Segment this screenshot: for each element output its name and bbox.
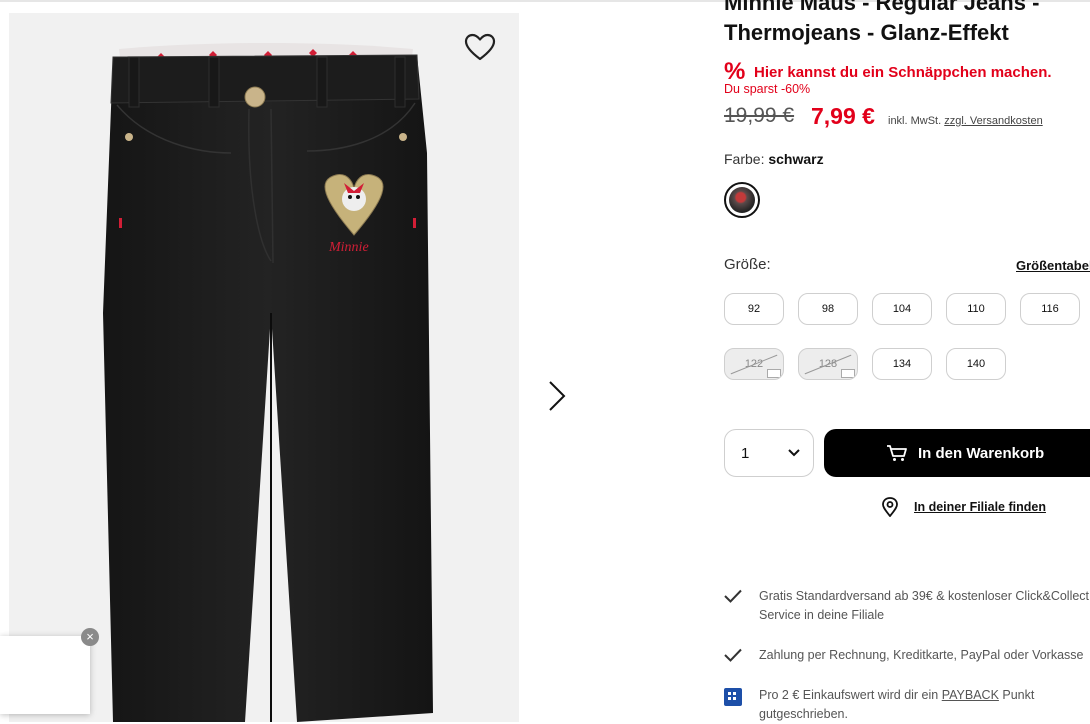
add-to-cart-label: In den Warenkorb (918, 444, 1045, 462)
size-option-label: 110 (967, 303, 985, 315)
product-image: Minnie (103, 43, 433, 722)
payback-link[interactable]: PAYBACK (942, 688, 999, 702)
cart-icon (887, 445, 907, 461)
benefit-payback: Pro 2 € Einkaufswert wird dir ein PAYBAC… (724, 686, 1090, 724)
benefit-payback-text: Pro 2 € Einkaufswert wird dir ein PAYBAC… (759, 686, 1090, 724)
check-icon (724, 587, 744, 625)
wishlist-heart-icon[interactable] (464, 33, 496, 63)
benefit-payment-text: Zahlung per Rechnung, Kreditkarte, PayPa… (759, 648, 1084, 662)
payback-text-before: Pro 2 € Einkaufswert wird dir ein (759, 688, 942, 702)
product-title: Minnie Maus - Regular Jeans - Thermojean… (724, 0, 1040, 45)
chevron-down-icon (788, 449, 800, 457)
benefit-shipping: Gratis Standardversand ab 39€ & kostenlo… (724, 587, 1090, 625)
mail-icon (767, 369, 781, 378)
size-option-122[interactable]: 122 (724, 348, 784, 380)
deal-text: Hier kannst du ein Schnäppchen machen. (754, 63, 1052, 81)
size-option-128[interactable]: 128 (798, 348, 858, 380)
swatch-thumbnail (729, 187, 755, 213)
size-table-link[interactable]: Größentabelle (1016, 258, 1090, 273)
benefit-shipping-text: Gratis Standardversand ab 39€ & kostenlo… (759, 589, 1090, 622)
color-label-text: Farbe: (724, 151, 765, 167)
shipping-costs-link[interactable]: zzgl. Versandkosten (944, 115, 1042, 127)
add-to-cart-button[interactable]: In den Warenkorb (824, 429, 1090, 477)
next-image-chevron-icon[interactable] (540, 378, 572, 414)
product-image-gallery[interactable]: Minnie (9, 13, 519, 722)
size-option-92[interactable]: 92 (724, 293, 784, 325)
find-in-store-label: In deiner Filiale finden (914, 500, 1046, 514)
svg-text:Minnie: Minnie (328, 240, 369, 255)
find-in-store-link[interactable]: In deiner Filiale finden (880, 497, 1046, 517)
size-option-label: 140 (966, 358, 986, 370)
location-pin-icon (882, 497, 898, 517)
size-option-label: 104 (892, 303, 912, 315)
size-option-104[interactable]: 104 (872, 293, 932, 325)
popup-toast (0, 636, 90, 714)
close-icon[interactable]: × (81, 628, 99, 646)
size-option-label: 116 (1041, 303, 1059, 315)
color-label: Farbe: schwarz (724, 151, 824, 167)
old-price: 19,99 € (724, 104, 795, 127)
quantity-value: 1 (741, 445, 750, 462)
size-option-134[interactable]: 134 (872, 348, 932, 380)
vat-text: inkl. MwSt. (888, 115, 942, 127)
size-option-98[interactable]: 98 (798, 293, 858, 325)
color-value: schwarz (768, 151, 824, 167)
mail-icon (841, 369, 855, 378)
size-option-label: 134 (892, 358, 912, 370)
size-option-110[interactable]: 110 (946, 293, 1006, 325)
benefit-payment: Zahlung per Rechnung, Kreditkarte, PayPa… (724, 646, 1090, 667)
saving-text: Du sparst -60% (724, 82, 811, 96)
size-option-label: 98 (821, 303, 835, 315)
check-icon (724, 646, 744, 667)
size-option-label: 92 (747, 303, 761, 315)
vat-note: inkl. MwSt. zzgl. Versandkosten (888, 115, 1043, 127)
size-option-140[interactable]: 140 (946, 348, 1006, 380)
sale-price: 7,99 € (811, 103, 875, 129)
payback-icon (724, 686, 744, 724)
size-label: Größe: (724, 256, 771, 273)
size-option-116[interactable]: 116 (1020, 293, 1080, 325)
color-swatch-schwarz[interactable] (724, 182, 760, 218)
quantity-select[interactable]: 1 (724, 429, 814, 477)
